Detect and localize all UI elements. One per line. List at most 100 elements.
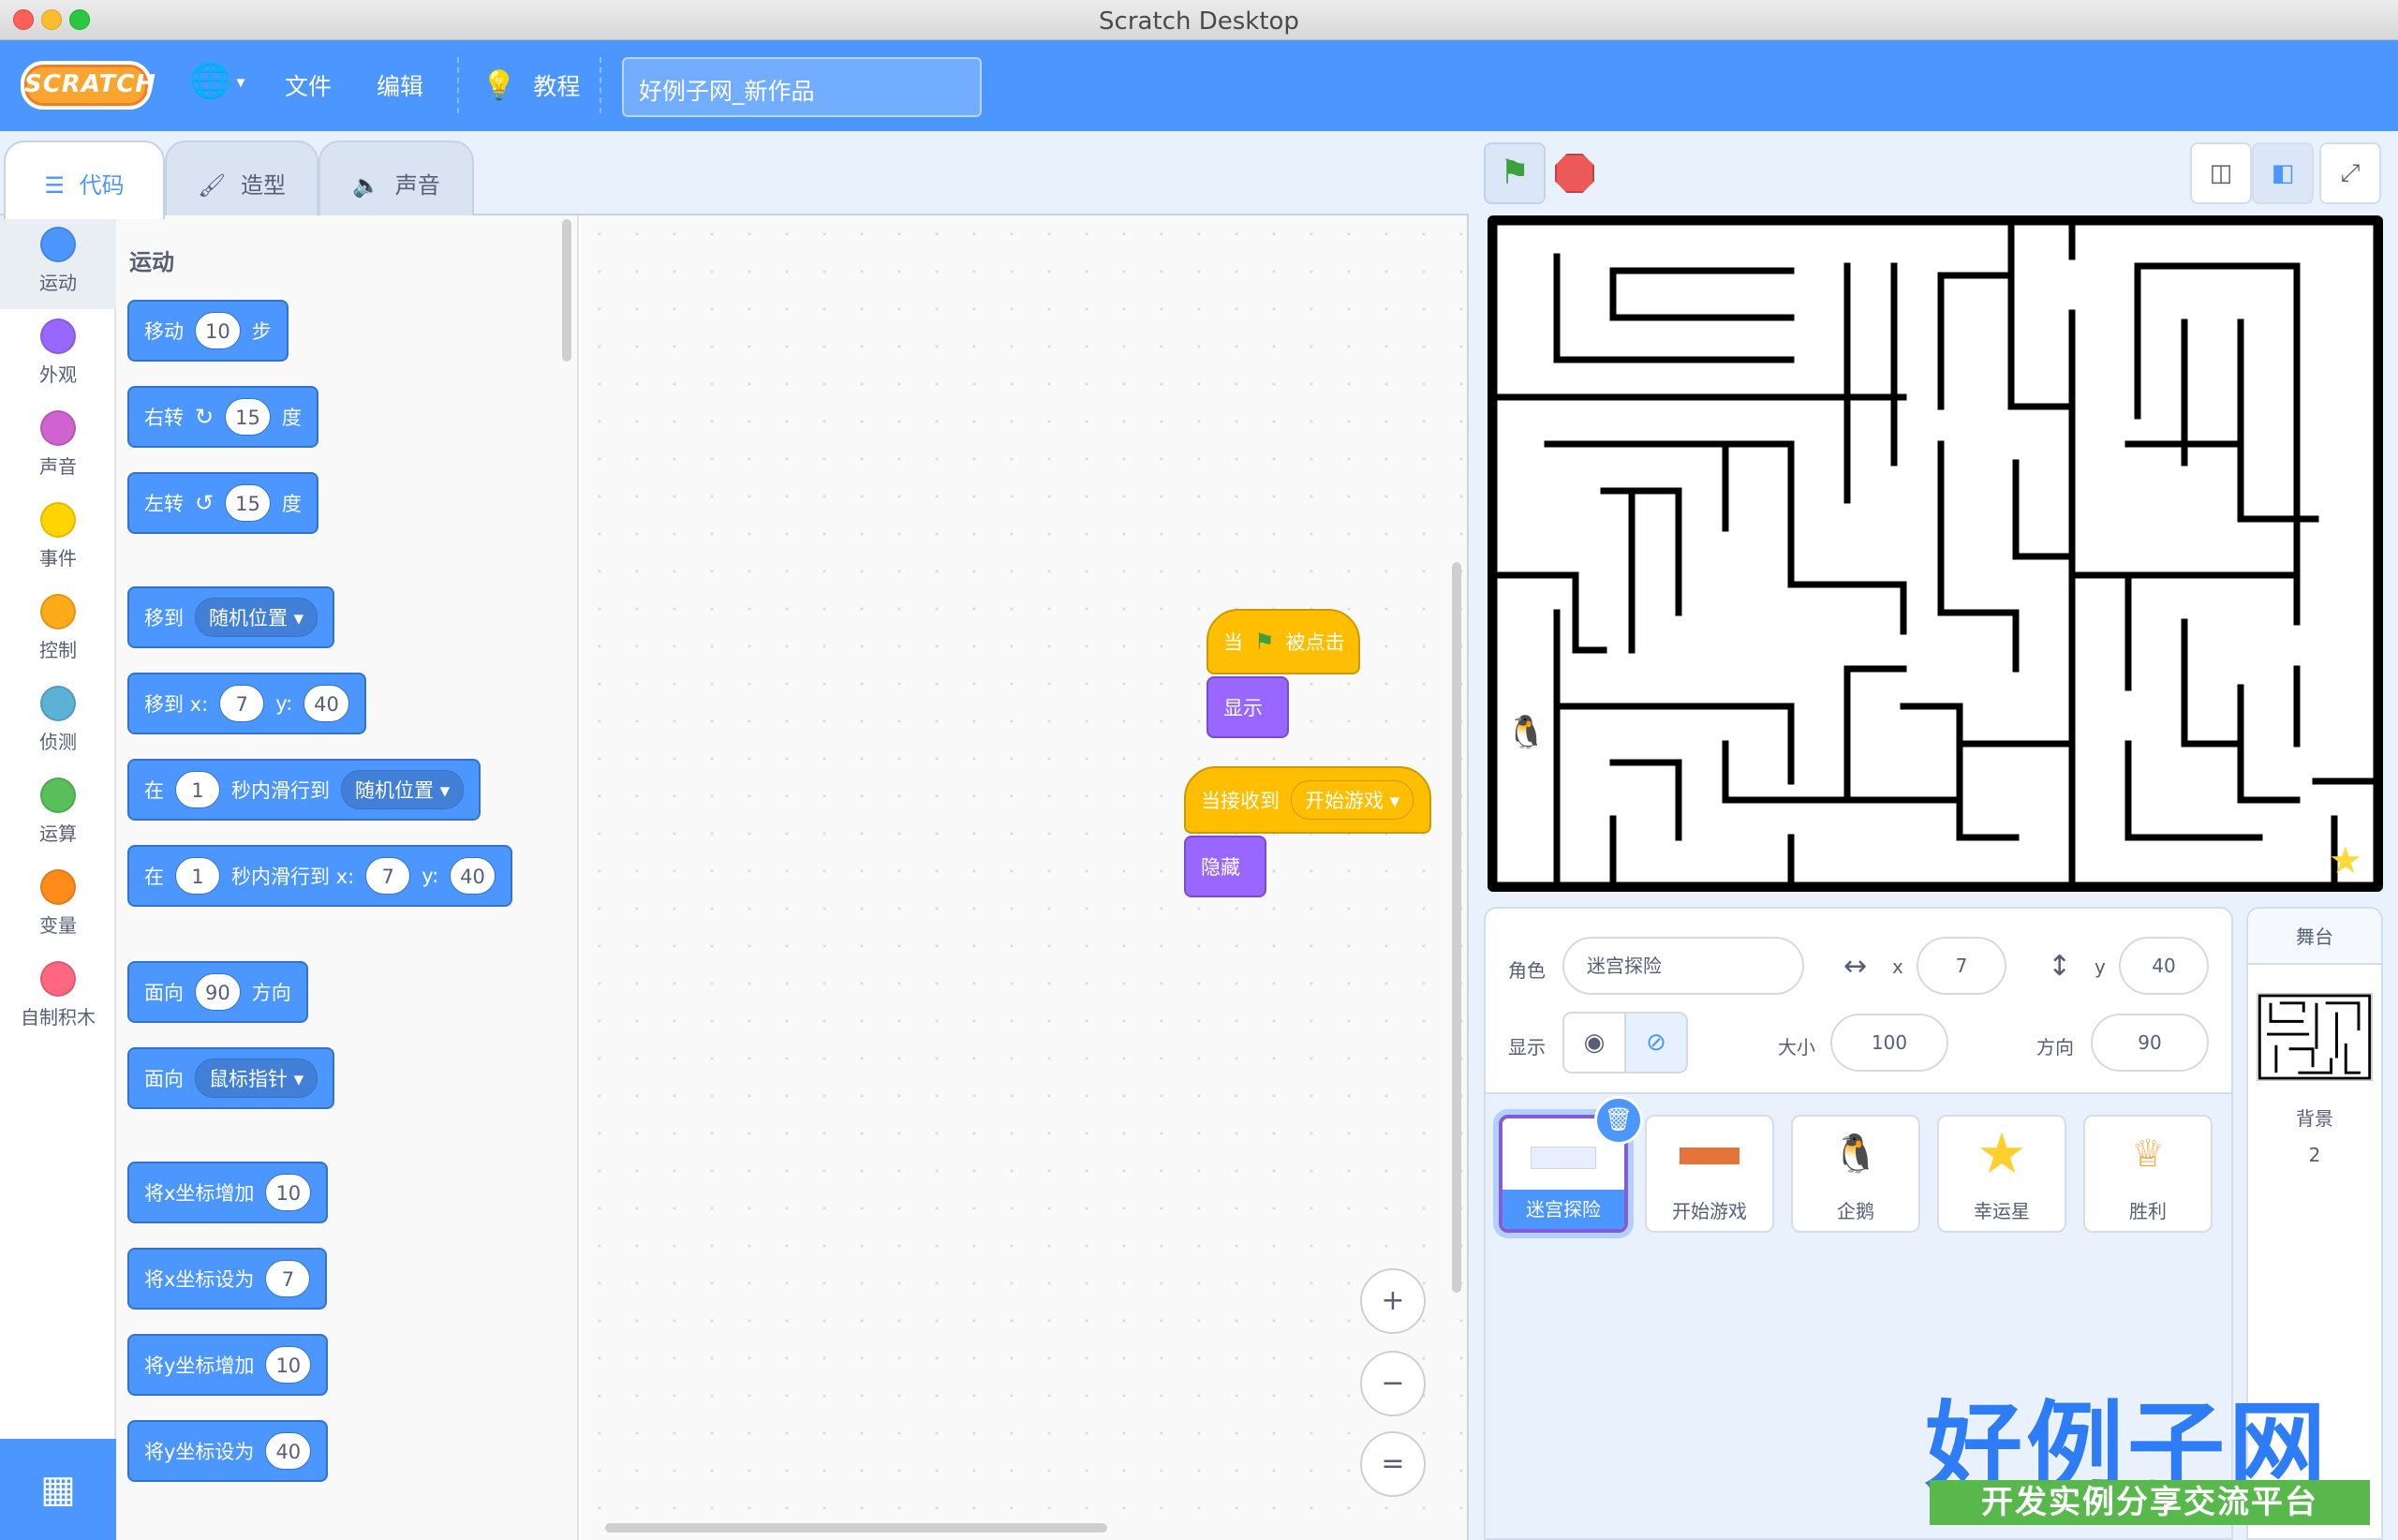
- goto-target-dropdown[interactable]: 随机位置: [195, 598, 318, 637]
- steps-input[interactable]: 10: [195, 312, 241, 349]
- block-text: 移到 x:: [144, 693, 209, 716]
- seconds-input[interactable]: 1: [175, 857, 220, 895]
- goto-block[interactable]: 移到 随机位置: [127, 586, 335, 648]
- tab-costumes[interactable]: 🖌 造型: [165, 141, 318, 215]
- seconds-input[interactable]: 1: [175, 771, 220, 808]
- category-9[interactable]: 自制积木: [0, 961, 116, 1029]
- set-y-block[interactable]: 将y坐标设为 40: [127, 1420, 329, 1482]
- edit-menu[interactable]: 编辑: [377, 68, 423, 102]
- workspace-horizontal-scrollbar[interactable]: [605, 1523, 1107, 1533]
- category-2[interactable]: 外观: [0, 318, 116, 387]
- turn-left-block[interactable]: 左转 ↺ 15 度: [127, 472, 318, 534]
- stop-button[interactable]: [1555, 154, 1594, 193]
- block-text: 隐藏: [1201, 856, 1240, 879]
- green-flag-button[interactable]: ⚑: [1484, 142, 1546, 204]
- category-color-dot: [40, 869, 76, 905]
- category-3[interactable]: 声音: [0, 410, 116, 479]
- y-input[interactable]: 40: [265, 1432, 312, 1470]
- scratch-logo[interactable]: SCRATCH: [21, 61, 155, 110]
- move-steps-block[interactable]: 移动 10 步: [127, 300, 289, 362]
- small-stage-icon: ◫: [2209, 159, 2233, 187]
- fullscreen-button[interactable]: ⤢: [2319, 142, 2381, 204]
- block-text: 右转: [144, 407, 184, 429]
- penguin-sprite[interactable]: 🐧: [1506, 714, 1546, 751]
- degrees-input[interactable]: 15: [225, 398, 271, 436]
- show-hidden-button[interactable]: ⊘: [1624, 1012, 1688, 1074]
- category-label: 侦测: [39, 731, 77, 753]
- category-color-dot: [40, 318, 76, 354]
- block-text: y:: [422, 865, 439, 887]
- zoom-reset-button[interactable]: =: [1360, 1431, 1426, 1497]
- category-4[interactable]: 事件: [0, 502, 116, 570]
- delete-sprite-button[interactable]: 🗑: [1594, 1096, 1643, 1145]
- goto-xy-block[interactable]: 移到 x: 7 y: 40: [127, 673, 366, 734]
- small-stage-button[interactable]: ◫: [2190, 142, 2252, 204]
- y-input[interactable]: 40: [450, 857, 496, 895]
- palette-scrollbar[interactable]: [562, 219, 571, 362]
- change-y-block[interactable]: 将y坐标增加 10: [127, 1334, 329, 1396]
- block-text: 在: [144, 779, 164, 802]
- point-direction-block[interactable]: 面向 90 方向: [127, 961, 308, 1023]
- x-input[interactable]: 7: [365, 857, 411, 895]
- tab-code[interactable]: ☰ 代码: [4, 141, 165, 219]
- sprite-name-input[interactable]: 迷宫探险: [1562, 937, 1804, 995]
- dx-input[interactable]: 10: [265, 1174, 312, 1211]
- tab-sounds[interactable]: 🔈 声音: [318, 141, 474, 215]
- degrees-input[interactable]: 15: [225, 484, 271, 522]
- sprite-thumb-star[interactable]: ★ 幸运星: [1937, 1115, 2066, 1233]
- size-input[interactable]: 100: [1830, 1014, 1948, 1072]
- glide-to-block[interactable]: 在 1 秒内滑行到 随机位置: [127, 759, 481, 821]
- message-dropdown[interactable]: 开始游戏: [1291, 780, 1414, 820]
- hide-block[interactable]: 隐藏: [1184, 836, 1266, 897]
- language-globe-icon[interactable]: 🌐 ▾: [189, 61, 245, 100]
- show-block[interactable]: 显示: [1206, 676, 1289, 738]
- when-flag-clicked-block[interactable]: 当 ⚑ 被点击: [1206, 609, 1360, 674]
- y-input[interactable]: 40: [303, 685, 349, 722]
- dy-input[interactable]: 10: [265, 1346, 312, 1384]
- stage-canvas[interactable]: 🐧 ★: [1488, 215, 2383, 892]
- sprite-thumb-victory[interactable]: ♕ 胜利: [2083, 1115, 2213, 1233]
- sprite-thumb-penguin[interactable]: 🐧 企鹅: [1791, 1115, 1920, 1233]
- block-text: 移到: [144, 607, 184, 629]
- category-1[interactable]: 运动: [0, 227, 116, 295]
- add-extension-button[interactable]: ▦: [0, 1439, 116, 1540]
- file-menu[interactable]: 文件: [285, 68, 332, 102]
- block-text: 秒内滑行到 x:: [231, 866, 355, 888]
- tutorials-menu[interactable]: 💡 教程: [481, 68, 580, 102]
- direction-input[interactable]: 90: [195, 973, 241, 1011]
- category-8[interactable]: 变量: [0, 869, 116, 938]
- direction-input[interactable]: 90: [2091, 1014, 2209, 1072]
- category-7[interactable]: 运算: [0, 777, 116, 846]
- set-x-block[interactable]: 将x坐标设为 7: [127, 1248, 328, 1310]
- category-color-dot: [40, 594, 76, 629]
- x-input[interactable]: 7: [265, 1260, 311, 1297]
- glide-target-dropdown[interactable]: 随机位置: [341, 770, 465, 809]
- project-title-input[interactable]: 好例子网_新作品: [622, 57, 982, 117]
- script-workspace[interactable]: 当 ⚑ 被点击 显示 当接收到 开始游戏 隐藏: [581, 215, 1469, 1540]
- x-input[interactable]: 7: [219, 685, 265, 722]
- turn-right-block[interactable]: 右转 ↻ 15 度: [127, 386, 318, 448]
- penguin-icon: 🐧: [1832, 1133, 1879, 1176]
- y-input[interactable]: 40: [2119, 937, 2209, 995]
- lucky-star-sprite[interactable]: ★: [2329, 839, 2362, 882]
- green-flag-icon: ⚑: [1254, 629, 1275, 655]
- large-stage-button[interactable]: ◧: [2252, 142, 2314, 204]
- workspace-vertical-scrollbar[interactable]: [1452, 562, 1461, 1293]
- point-towards-block[interactable]: 面向 鼠标指针: [127, 1047, 335, 1109]
- sprite-thumb-start[interactable]: 开始游戏: [1645, 1115, 1774, 1233]
- show-visible-button[interactable]: ◉: [1562, 1012, 1626, 1074]
- brush-icon: 🖌: [197, 172, 227, 199]
- sprite-label: 角色: [1508, 959, 1546, 982]
- category-5[interactable]: 控制: [0, 594, 116, 662]
- block-text: 当接收到: [1201, 790, 1280, 812]
- zoom-in-button[interactable]: +: [1360, 1268, 1426, 1334]
- glide-xy-block[interactable]: 在 1 秒内滑行到 x: 7 y: 40: [127, 845, 512, 907]
- size-label: 大小: [1778, 1036, 1815, 1059]
- category-6[interactable]: 侦测: [0, 686, 116, 754]
- x-input[interactable]: 7: [1917, 937, 2006, 995]
- crown-icon: ♕: [2131, 1133, 2165, 1176]
- towards-dropdown[interactable]: 鼠标指针: [195, 1059, 318, 1098]
- when-i-receive-block[interactable]: 当接收到 开始游戏: [1184, 766, 1431, 834]
- zoom-out-button[interactable]: −: [1360, 1351, 1426, 1416]
- change-x-block[interactable]: 将x坐标增加 10: [127, 1162, 329, 1223]
